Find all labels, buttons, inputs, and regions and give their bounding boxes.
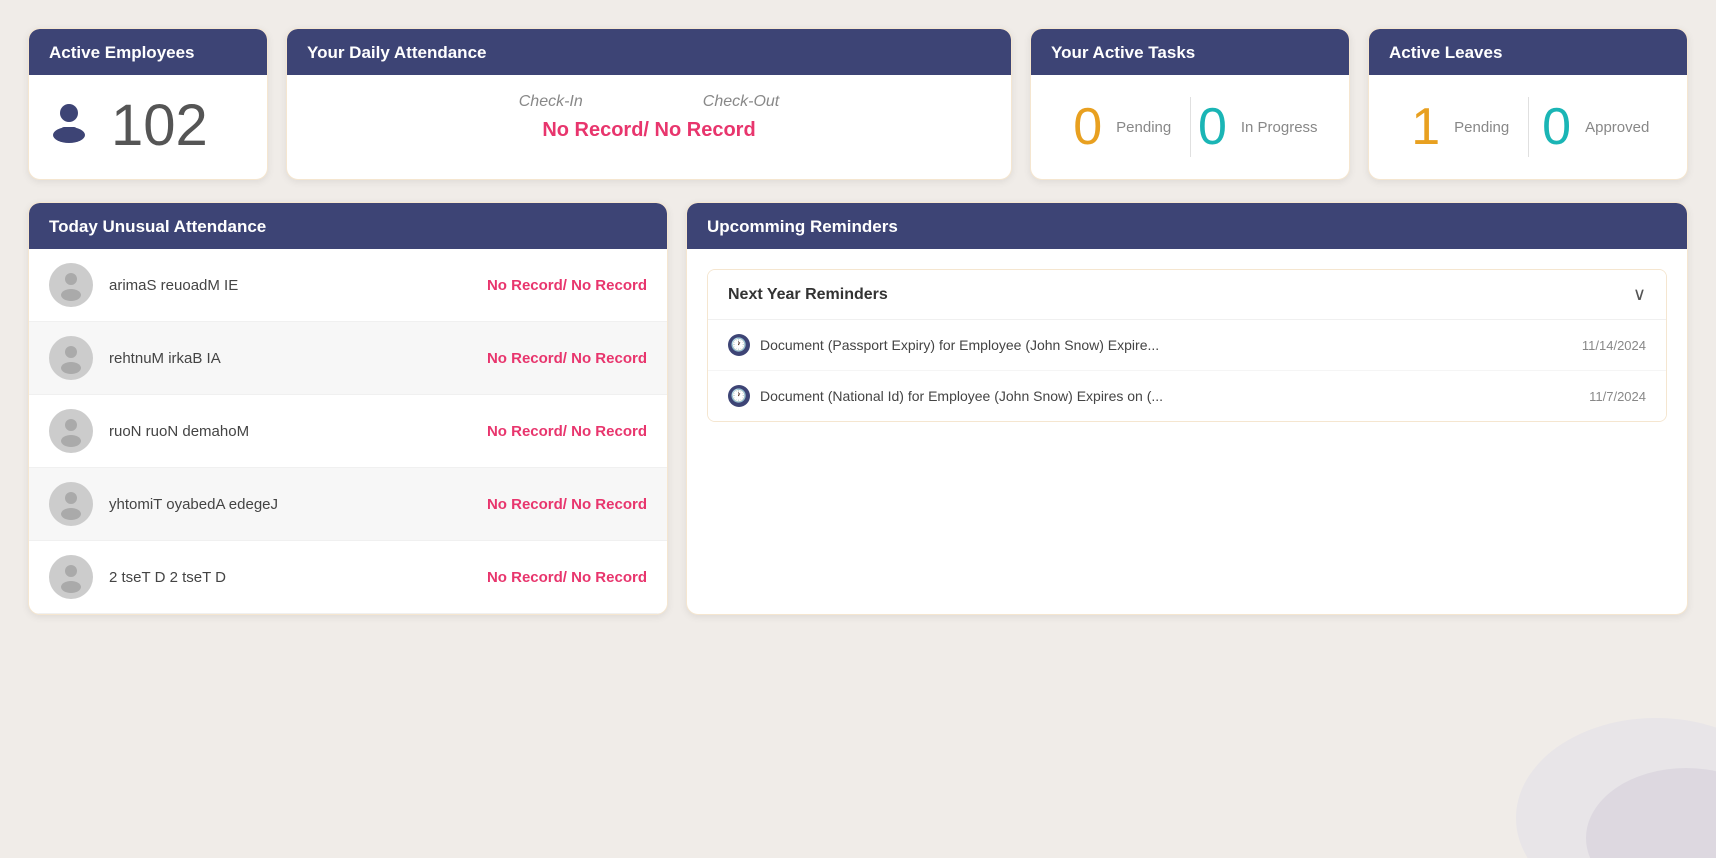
active-tasks-card: Your Active Tasks 0 Pending 0 In Progres… [1030, 28, 1350, 180]
employee-name: 2 tseT D 2 tseT D [109, 569, 471, 586]
no-record-status: No Record/ No Record [487, 496, 647, 513]
reminder-text: Document (Passport Expiry) for Employee … [760, 337, 1159, 353]
reminders-group: Next Year Reminders ∨ Document (Passport… [707, 269, 1667, 422]
avatar [49, 263, 93, 307]
attendance-list-item: yhtomiT oyabedA edegeJ No Record/ No Rec… [29, 468, 667, 541]
reminder-items-list: Document (Passport Expiry) for Employee … [708, 320, 1666, 421]
reminder-text-wrap: Document (National Id) for Employee (Joh… [728, 385, 1577, 407]
daily-attendance-card: Your Daily Attendance Check-In Check-Out… [286, 28, 1012, 180]
employee-icon [45, 99, 93, 154]
employee-name: rehtnuM irkaB IA [109, 350, 471, 367]
active-employees-title: Active Employees [29, 29, 267, 75]
attendance-labels: Check-In Check-Out [519, 93, 780, 111]
check-out-label: Check-Out [703, 93, 779, 111]
attendance-values: No Record/ No Record [542, 119, 755, 142]
reminders-group-header[interactable]: Next Year Reminders ∨ [708, 270, 1666, 320]
employee-name: ruoN ruoN demahoM [109, 423, 471, 440]
avatar [49, 409, 93, 453]
check-in-label: Check-In [519, 93, 583, 111]
active-employees-card: Active Employees 102 [28, 28, 268, 180]
leaves-approved-count: 0 [1542, 101, 1571, 153]
leaves-approved-stat: 0 Approved [1529, 101, 1664, 153]
chevron-down-icon: ∨ [1633, 284, 1646, 305]
reminders-title: Upcomming Reminders [687, 203, 1687, 249]
leaves-pending-count: 1 [1411, 101, 1440, 153]
attendance-list-item: arimaS reuoadM IE No Record/ No Record [29, 249, 667, 322]
attendance-list-item: 2 tseT D 2 tseT D No Record/ No Record [29, 541, 667, 614]
tasks-inprogress-count: 0 [1198, 101, 1227, 153]
reminders-body: Next Year Reminders ∨ Document (Passport… [687, 249, 1687, 450]
no-record-status: No Record/ No Record [487, 350, 647, 367]
unusual-attendance-card: Today Unusual Attendance arimaS reuoadM … [28, 202, 668, 615]
tasks-pending-label: Pending [1116, 119, 1171, 136]
employee-count: 102 [111, 97, 208, 155]
no-record-status: No Record/ No Record [487, 569, 647, 586]
active-tasks-body: 0 Pending 0 In Progress [1031, 75, 1349, 179]
clock-icon [728, 385, 750, 407]
attendance-list-item: ruoN ruoN demahoM No Record/ No Record [29, 395, 667, 468]
leaves-pending-label: Pending [1454, 119, 1509, 136]
tasks-inprogress-label: In Progress [1241, 119, 1318, 136]
active-leaves-card: Active Leaves 1 Pending 0 Approved [1368, 28, 1688, 180]
active-leaves-title: Active Leaves [1369, 29, 1687, 75]
daily-attendance-body: Check-In Check-Out No Record/ No Record [287, 75, 1011, 164]
reminder-item: Document (National Id) for Employee (Joh… [708, 371, 1666, 421]
reminder-date: 11/14/2024 [1582, 338, 1646, 353]
unusual-attendance-title: Today Unusual Attendance [29, 203, 667, 249]
avatar [49, 482, 93, 526]
attendance-list-item: rehtnuM irkaB IA No Record/ No Record [29, 322, 667, 395]
employee-name: arimaS reuoadM IE [109, 277, 471, 294]
reminder-text-wrap: Document (Passport Expiry) for Employee … [728, 334, 1570, 356]
clock-icon [728, 334, 750, 356]
avatar [49, 336, 93, 380]
reminders-card: Upcomming Reminders Next Year Reminders … [686, 202, 1688, 615]
active-leaves-body: 1 Pending 0 Approved [1369, 75, 1687, 179]
reminder-item: Document (Passport Expiry) for Employee … [708, 320, 1666, 371]
tasks-inprogress-stat: 0 In Progress [1191, 101, 1326, 153]
active-tasks-title: Your Active Tasks [1031, 29, 1349, 75]
tasks-pending-stat: 0 Pending [1055, 101, 1190, 153]
daily-attendance-title: Your Daily Attendance [287, 29, 1011, 75]
leaves-pending-stat: 1 Pending [1393, 101, 1528, 153]
no-record-status: No Record/ No Record [487, 277, 647, 294]
avatar [49, 555, 93, 599]
no-record-status: No Record/ No Record [487, 423, 647, 440]
tasks-pending-count: 0 [1073, 101, 1102, 153]
unusual-attendance-list[interactable]: arimaS reuoadM IE No Record/ No Record r… [29, 249, 667, 614]
active-employees-body: 102 [29, 75, 267, 179]
reminder-date: 11/7/2024 [1589, 389, 1646, 404]
reminder-text: Document (National Id) for Employee (Joh… [760, 388, 1163, 404]
reminders-group-title: Next Year Reminders [728, 286, 888, 304]
leaves-approved-label: Approved [1585, 119, 1649, 136]
employee-name: yhtomiT oyabedA edegeJ [109, 496, 471, 513]
